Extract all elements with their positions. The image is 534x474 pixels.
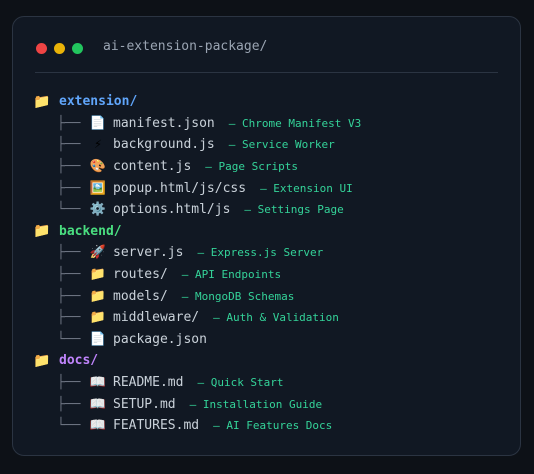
- file-row[interactable]: ├── 📁 middleware/ — Auth & Validation: [33, 307, 510, 329]
- titlebar-divider: [35, 72, 498, 73]
- file-comment: — API Endpoints: [181, 268, 282, 282]
- file-row[interactable]: ├── 🚀 server.js — Express.js Server: [33, 242, 510, 264]
- book-icon: 📖: [89, 418, 107, 434]
- image-icon: 🖼️: [89, 180, 107, 196]
- file-comment: — Extension UI: [260, 181, 353, 195]
- tree-branch: ├──: [57, 115, 81, 131]
- rocket-icon: 🚀: [89, 245, 107, 261]
- file-tree: 📁 extension/ ├── 📄 manifest.json — Chrome Man…: [33, 91, 510, 437]
- tree-branch: ├──: [57, 375, 81, 391]
- palette-icon: 🎨: [89, 159, 107, 175]
- tree-branch: ├──: [57, 396, 81, 412]
- folder-name: docs/: [59, 353, 99, 369]
- file-row[interactable]: ├── 📁 routes/ — API Endpoints: [33, 264, 510, 286]
- file-name: options.html/js: [113, 202, 231, 218]
- file-name: FEATURES.md: [113, 418, 200, 434]
- file-comment: — Quick Start: [197, 376, 284, 390]
- folder-icon: 📁: [33, 223, 51, 240]
- book-icon: 📖: [89, 375, 107, 391]
- tree-branch: ├──: [57, 288, 81, 304]
- file-row[interactable]: ├── 📄 manifest.json — Chrome Manifest V3: [33, 113, 510, 135]
- file-row[interactable]: └── ⚙️ options.html/js — Settings Page: [33, 199, 510, 221]
- file-name: package.json: [113, 331, 207, 347]
- file-name: middleware/: [113, 310, 200, 326]
- file-row[interactable]: └── 📖 FEATURES.md — AI Features Docs: [33, 415, 510, 437]
- folder-row[interactable]: 📁 backend/: [33, 221, 510, 243]
- tree-branch: ├──: [57, 245, 81, 261]
- folder-name: backend/: [59, 223, 122, 239]
- folder-icon: 📁: [33, 93, 51, 110]
- folder-row[interactable]: 📁 extension/: [33, 91, 510, 113]
- file-row[interactable]: ├── 📁 models/ — MongoDB Schemas: [33, 285, 510, 307]
- folder-icon: 📁: [89, 267, 107, 283]
- folder-icon: 📁: [89, 288, 107, 304]
- tree-branch: ├──: [57, 267, 81, 283]
- file-name: content.js: [113, 159, 192, 175]
- file-name: server.js: [113, 245, 184, 261]
- lightning-icon: ⚡: [94, 137, 102, 153]
- terminal-window: ai-extension-package/ 📁 extension/ ├── 📄 man…: [12, 16, 521, 456]
- document-icon: 📄: [89, 115, 107, 131]
- tree-branch: ├──: [57, 137, 81, 153]
- folder-icon: 📁: [33, 352, 51, 369]
- file-comment: — Express.js Server: [197, 246, 324, 260]
- window-title: ai-extension-package/: [103, 39, 268, 54]
- document-icon: 📄: [89, 331, 107, 347]
- folder-row[interactable]: 📁 docs/: [33, 350, 510, 372]
- file-row[interactable]: ├── 📖 SETUP.md — Installation Guide: [33, 393, 510, 415]
- folder-icon: 📁: [89, 310, 107, 326]
- file-row[interactable]: ├── ⚡ background.js — Service Worker: [33, 134, 510, 156]
- file-comment: — Installation Guide: [189, 397, 323, 411]
- gear-icon: ⚙️: [89, 202, 107, 218]
- file-comment: — Service Worker: [228, 138, 335, 152]
- close-window-button[interactable]: [36, 43, 47, 54]
- file-row[interactable]: ├── 📖 README.md — Quick Start: [33, 372, 510, 394]
- window-titlebar: ai-extension-package/: [13, 17, 520, 73]
- tree-branch: └──: [57, 418, 81, 434]
- file-comment: — MongoDB Schemas: [181, 289, 295, 303]
- file-name: background.js: [113, 137, 215, 153]
- file-name: SETUP.md: [113, 396, 176, 412]
- folder-name: extension/: [59, 94, 138, 110]
- file-comment: — Chrome Manifest V3: [228, 116, 362, 130]
- tree-branch: ├──: [57, 180, 81, 196]
- book-icon: 📖: [89, 396, 107, 412]
- tree-branch: ├──: [57, 310, 81, 326]
- file-row[interactable]: ├── 🖼️ popup.html/js/css — Extension UI: [33, 177, 510, 199]
- maximize-window-button[interactable]: [72, 43, 83, 54]
- file-name: manifest.json: [113, 115, 215, 131]
- file-name: models/: [113, 288, 168, 304]
- file-name: README.md: [113, 375, 184, 391]
- file-comment: — Page Scripts: [205, 160, 298, 174]
- minimize-window-button[interactable]: [54, 43, 65, 54]
- tree-branch: └──: [57, 202, 81, 218]
- file-name: routes/: [113, 267, 168, 283]
- file-comment: — Settings Page: [244, 203, 344, 217]
- file-row[interactable]: └── 📄 package.json: [33, 329, 510, 351]
- tree-branch: └──: [57, 331, 81, 347]
- file-comment: — AI Features Docs: [213, 419, 333, 433]
- tree-branch: ├──: [57, 159, 81, 175]
- file-row[interactable]: ├── 🎨 content.js — Page Scripts: [33, 156, 510, 178]
- file-comment: — Auth & Validation: [213, 311, 339, 325]
- file-name: popup.html/js/css: [113, 180, 247, 196]
